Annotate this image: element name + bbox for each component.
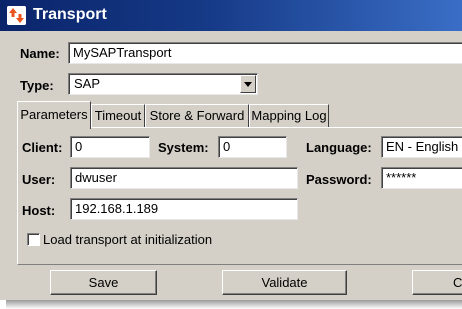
- system-label: System:: [158, 140, 209, 155]
- system-field[interactable]: 0: [218, 136, 287, 158]
- host-field[interactable]: 192.168.1.189: [70, 198, 298, 220]
- window-shadow: [6, 300, 462, 309]
- language-label: Language:: [306, 140, 372, 155]
- user-label: User:: [22, 172, 56, 187]
- save-button[interactable]: Save: [50, 270, 157, 295]
- chevron-down-icon: [244, 82, 252, 87]
- password-field[interactable]: ******: [381, 167, 462, 189]
- host-label: Host:: [22, 203, 56, 218]
- user-field[interactable]: dwuser: [70, 167, 298, 189]
- title-bar[interactable]: Transport: [0, 0, 462, 31]
- tab-timeout[interactable]: Timeout: [91, 104, 145, 127]
- dropdown-button[interactable]: [240, 75, 256, 93]
- validate-button[interactable]: Validate: [222, 270, 347, 295]
- language-field[interactable]: EN - English: [381, 136, 462, 158]
- third-button-partial[interactable]: C: [412, 270, 462, 295]
- load-transport-checkbox[interactable]: [27, 233, 40, 246]
- client-field[interactable]: 0: [70, 136, 150, 158]
- client-label: Client:: [22, 140, 63, 155]
- window-title: Transport: [33, 6, 107, 23]
- transport-dialog: Transport Name: MySAPTransport Type: SAP…: [0, 0, 462, 300]
- tab-parameters[interactable]: Parameters: [17, 101, 91, 129]
- tab-store-forward[interactable]: Store & Forward: [145, 104, 249, 127]
- password-label: Password:: [306, 172, 372, 187]
- type-select-value: SAP: [74, 76, 101, 91]
- transport-arrows-icon: [7, 6, 26, 25]
- name-label: Name:: [20, 46, 60, 61]
- load-transport-label: Load transport at initialization: [43, 232, 213, 247]
- type-select[interactable]: SAP: [68, 73, 258, 95]
- name-field[interactable]: MySAPTransport: [68, 42, 462, 64]
- type-label: Type:: [20, 78, 54, 93]
- tab-mapping-log[interactable]: Mapping Log: [249, 104, 329, 127]
